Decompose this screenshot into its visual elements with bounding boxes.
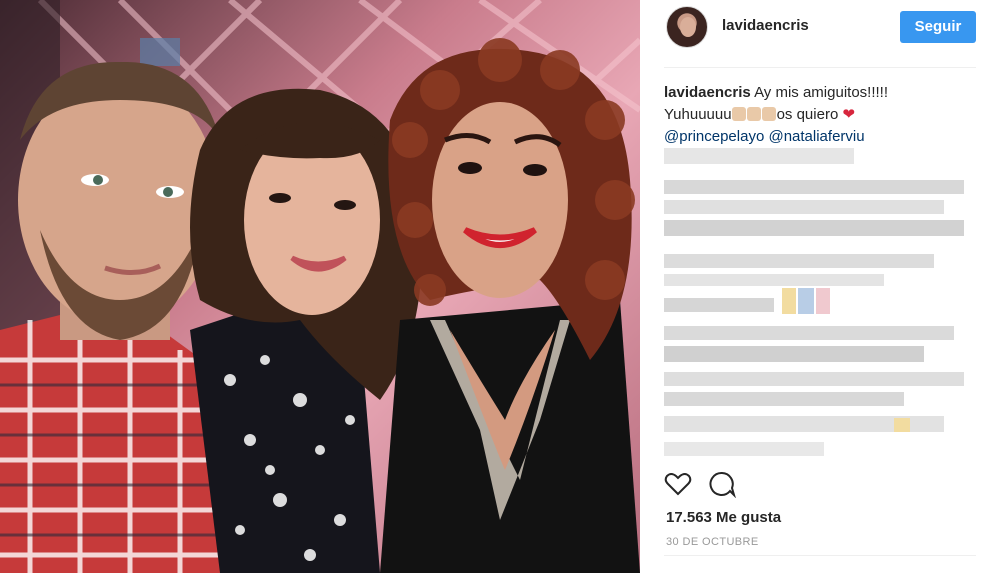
caption-username[interactable]: lavidaencris xyxy=(664,84,751,101)
pixelated-comments xyxy=(664,148,980,468)
photo-illustration xyxy=(0,0,640,573)
caption-line2-suffix: os quiero xyxy=(776,106,839,123)
heart-outline-icon[interactable] xyxy=(664,470,692,498)
post-date: 30 DE OCTUBRE xyxy=(666,536,759,548)
avatar-face xyxy=(680,17,696,37)
follow-button[interactable]: Seguir xyxy=(900,11,976,43)
divider xyxy=(664,555,976,556)
header-username[interactable]: lavidaencris xyxy=(722,17,809,34)
red-heart-emoji-icon: ❤ xyxy=(842,106,856,123)
caption: lavidaencris Ay mis amiguitos!!!!! Yuhuu… xyxy=(664,82,964,148)
post-sidebar: lavidaencris Seguir lavidaencris Ay mis … xyxy=(640,0,1000,573)
post-header: lavidaencris Seguir xyxy=(664,0,976,68)
avatar[interactable] xyxy=(666,6,708,48)
caption-line2-prefix: Yuhuuuuu xyxy=(664,106,732,123)
clap-emoji-icon xyxy=(761,107,776,121)
mention-nataliaferviu[interactable]: @nataliaferviu xyxy=(768,128,864,145)
like-count[interactable]: 17.563 Me gusta xyxy=(666,509,781,526)
mention-princepelayo[interactable]: @princepelayo xyxy=(664,128,764,145)
post-photo[interactable] xyxy=(0,0,640,573)
action-bar xyxy=(664,470,976,504)
comment-bubble-icon[interactable] xyxy=(708,470,736,498)
caption-line1: Ay mis amiguitos!!!!! xyxy=(754,84,888,101)
clap-emoji-icon xyxy=(731,107,746,121)
clap-emoji-icon xyxy=(746,107,761,121)
